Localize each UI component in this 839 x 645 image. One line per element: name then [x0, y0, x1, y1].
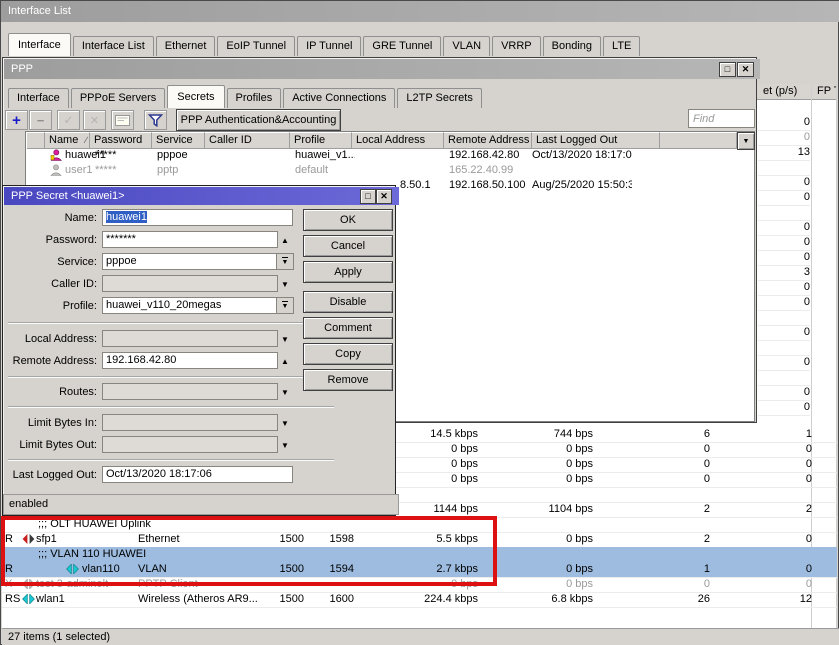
interface-table-header-strip — [2, 84, 837, 100]
tab-eoip-tunnel[interactable]: EoIP Tunnel — [217, 36, 295, 56]
interface-rx-packet: 0 — [726, 577, 812, 592]
packet-count-cell: 0 — [758, 385, 810, 401]
interface-tx-packet: 0 — [624, 457, 710, 472]
interface-row[interactable]: 14.5 kbps 744 bps 6 1 — [2, 427, 837, 443]
interface-tx-packet: 0 — [624, 577, 710, 592]
interface-tx-packet: 1 — [624, 562, 710, 577]
packet-count-cell: 0 — [758, 115, 810, 131]
column-header-packet[interactable]: et (p/s) — [763, 85, 809, 97]
interface-tx-rate: 0 bps — [394, 457, 478, 472]
packet-count-cell: 0 — [758, 190, 810, 206]
packet-count-cell: 0 — [758, 325, 810, 341]
packet-count-cell — [758, 205, 810, 221]
interface-list-title: Interface List — [8, 5, 71, 17]
interface-flags: RS — [5, 592, 23, 607]
close-icon[interactable]: ✕ — [737, 62, 754, 77]
packet-count-cell: 0 — [758, 175, 810, 191]
tab-lte[interactable]: LTE — [603, 36, 640, 56]
interface-rx-rate: 1104 bps — [507, 502, 593, 517]
packet-count-cell — [758, 160, 810, 176]
packet-count-cell: 0 — [758, 355, 810, 371]
interface-rx-packet: 0 — [726, 562, 812, 577]
ppp-titlebar: PPP — [4, 59, 760, 79]
interface-tx-packet: 0 — [624, 442, 710, 457]
wireless-icon — [22, 594, 36, 606]
interface-tx-rate: 1144 bps — [394, 502, 478, 517]
interface-list-titlebar: Interface List — [1, 1, 839, 22]
interface-rx-packet: 1 — [726, 427, 812, 442]
interface-tx-rate: 14.5 kbps — [394, 427, 478, 442]
tab-ethernet[interactable]: Ethernet — [156, 36, 216, 56]
packet-count-cell: 0 — [758, 220, 810, 236]
interface-tx-packet: 6 — [624, 427, 710, 442]
packet-count-cell: 0 — [758, 400, 810, 416]
tab-interface-list[interactable]: Interface List — [73, 36, 154, 56]
interface-rx-rate: 6.8 kbps — [507, 592, 593, 607]
interface-rx-rate: 0 bps — [507, 562, 593, 577]
interface-tx-rate: 0 bps — [394, 442, 478, 457]
packet-count-cell — [758, 310, 810, 326]
tab-interface[interactable]: Interface — [8, 33, 71, 56]
packet-count-cell — [758, 370, 810, 386]
interface-rx-packet: 2 — [726, 502, 812, 517]
interface-tx-packet: 2 — [624, 502, 710, 517]
interface-row[interactable]: RSwlan1Wireless (Atheros AR9...150016002… — [2, 592, 837, 608]
maximize-icon[interactable]: □ — [719, 62, 736, 77]
interface-rx-packet: 12 — [726, 592, 812, 607]
interface-rx-rate: 0 bps — [507, 577, 593, 592]
packet-count-cell: 0 — [758, 130, 810, 146]
tab-vrrp[interactable]: VRRP — [492, 36, 541, 56]
interface-tx-rate: 224.4 kbps — [394, 592, 478, 607]
interface-rx-rate: 0 bps — [507, 472, 593, 487]
interface-tx-packet: 26 — [624, 592, 710, 607]
interface-l2mtu: 1600 — [296, 592, 354, 607]
annotation-rectangle — [1, 516, 497, 586]
interface-rx-rate: 744 bps — [507, 427, 593, 442]
interface-tx-packet: 0 — [624, 472, 710, 487]
interface-name: wlan1 — [36, 592, 136, 607]
packet-count-cell: 3 — [758, 265, 810, 281]
packet-count-cell: 0 — [758, 250, 810, 266]
packet-count-cell: 0 — [758, 280, 810, 296]
interface-list-tabbar: InterfaceInterface ListEthernetEoIP Tunn… — [8, 28, 640, 56]
interface-rx-packet: 0 — [726, 532, 812, 547]
packet-count-cell: 13 — [758, 145, 810, 161]
interface-tx-packet: 2 — [624, 532, 710, 547]
packet-count-cell — [758, 340, 810, 356]
packet-count-cell: 0 — [758, 295, 810, 311]
interface-row[interactable]: 0 bps 0 bps 0 0 — [2, 457, 837, 473]
ppp-title: PPP — [11, 63, 33, 75]
item-count-text: 27 items (1 selected) — [8, 631, 110, 643]
interface-mtu: 1500 — [238, 592, 304, 607]
tab-ip-tunnel[interactable]: IP Tunnel — [297, 36, 361, 56]
interface-rx-packet: 0 — [726, 442, 812, 457]
interface-rx-packet: 0 — [726, 472, 812, 487]
packet-count-cell: 0 — [758, 235, 810, 251]
interface-row[interactable]: 0 bps 0 bps 0 0 — [2, 472, 837, 488]
tab-gre-tunnel[interactable]: GRE Tunnel — [363, 36, 441, 56]
column-header-fp[interactable]: FP T — [817, 85, 837, 97]
interface-rx-rate: 0 bps — [507, 442, 593, 457]
interface-list-statusbar: 27 items (1 selected) — [2, 628, 839, 645]
interface-rx-rate: 0 bps — [507, 457, 593, 472]
screen: Interface List InterfaceInterface ListEt… — [0, 0, 839, 645]
interface-rx-rate: 0 bps — [507, 532, 593, 547]
interface-row[interactable]: 0 bps 0 bps 0 0 — [2, 442, 837, 458]
interface-rx-packet: 0 — [726, 457, 812, 472]
interface-tx-rate: 0 bps — [394, 472, 478, 487]
tab-vlan[interactable]: VLAN — [443, 36, 490, 56]
tab-bonding[interactable]: Bonding — [543, 36, 601, 56]
interface-row[interactable] — [2, 487, 837, 503]
